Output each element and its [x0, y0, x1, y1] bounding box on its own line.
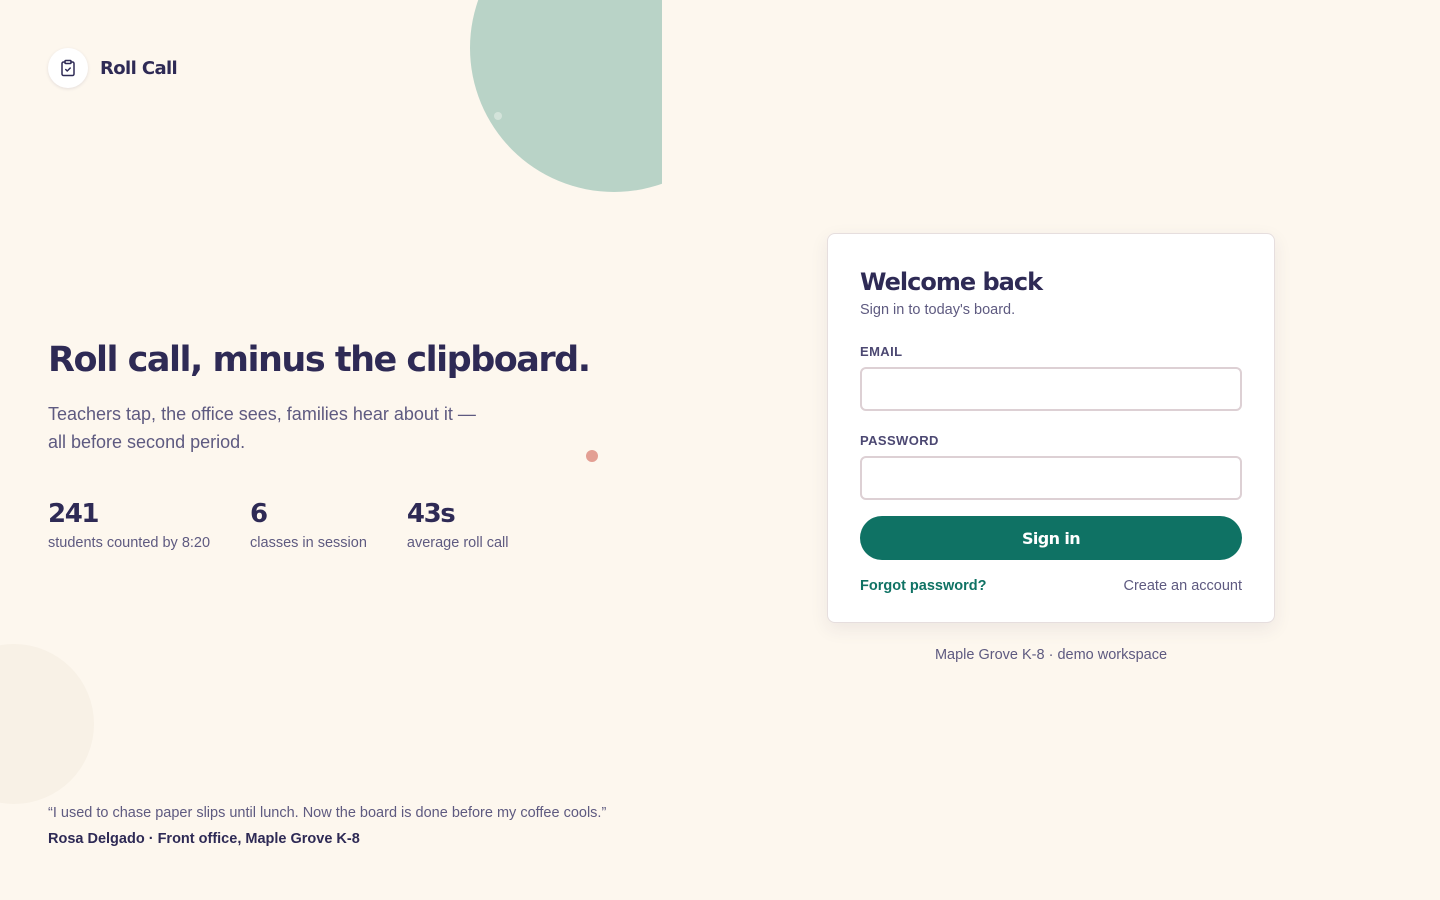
clipboard-check-icon [48, 48, 88, 88]
hero-subtitle: Teachers tap, the office sees, families … [48, 404, 476, 452]
decorative-green-blob [470, 0, 662, 192]
decorative-dot [494, 112, 502, 120]
stat-label: students counted by 8:20 [48, 535, 211, 551]
stat-value: 6 [250, 499, 268, 529]
login-subtitle: Sign in to today's board. [860, 302, 1016, 318]
workspace-note: Maple Grove K-8 · demo workspace [934, 647, 1168, 663]
stat-value: 43s [406, 499, 456, 529]
testimonial-author: Rosa Delgado · Front office, Maple Grove… [48, 831, 360, 847]
sign-in-button[interactable]: Sign in [860, 516, 1242, 560]
decorative-cream-blob [0, 644, 94, 804]
stat-label: classes in session [250, 535, 367, 551]
hero-title: Roll call, minus the clipboard. [48, 340, 591, 380]
stat-value: 241 [48, 499, 99, 529]
login-links: Forgot password? Create an account [860, 578, 1242, 594]
stat-label: average roll call [406, 535, 509, 551]
password-label: PASSWORD [860, 433, 939, 448]
brand-name: Roll Call [100, 57, 178, 79]
email-label: EMAIL [860, 344, 903, 359]
email-field[interactable] [860, 367, 1242, 411]
testimonial-quote: “I used to chase paper slips until lunch… [48, 805, 607, 821]
login-title: Welcome back [860, 268, 1043, 296]
hero: Roll call, minus the clipboard. Teachers… [48, 336, 648, 456]
forgot-password-link[interactable]: Forgot password? [860, 578, 986, 594]
stat-average: 43s average roll call [407, 497, 509, 551]
brand[interactable]: Roll Call [48, 48, 178, 88]
stat-classes: 6 classes in session [250, 497, 367, 551]
testimonial: “I used to chase paper slips until lunch… [48, 803, 606, 847]
stat-students: 241 students counted by 8:20 [48, 497, 210, 551]
create-account-link[interactable]: Create an account [1124, 578, 1243, 594]
stats-row: 241 students counted by 8:20 6 classes i… [48, 497, 548, 551]
password-field[interactable] [860, 456, 1242, 500]
login-card: Welcome back Sign in to today's board. E… [827, 233, 1275, 623]
